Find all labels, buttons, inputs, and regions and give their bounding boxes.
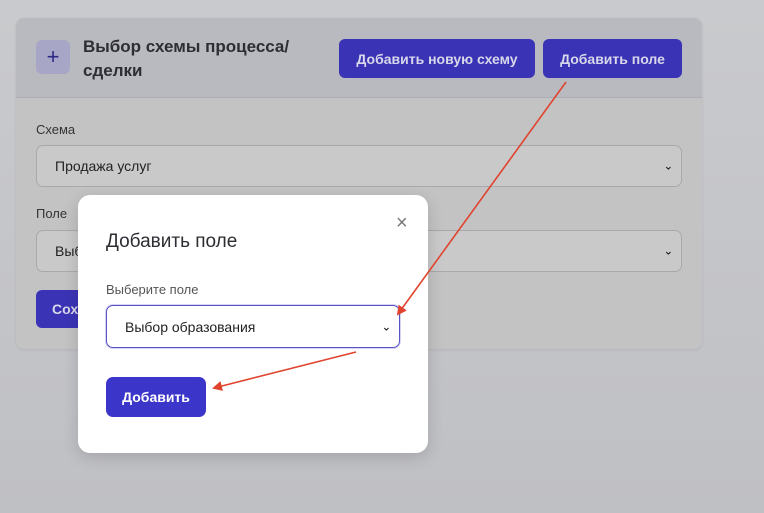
add-field-modal: × Добавить поле Выберите поле Выбор обра…	[78, 195, 428, 453]
modal-select-label: Выберите поле	[106, 282, 199, 297]
modal-add-button[interactable]: Добавить	[106, 377, 206, 417]
chevron-down-icon: ⌄	[381, 321, 391, 333]
add-new-scheme-button[interactable]: Добавить новую схему	[339, 39, 535, 78]
close-icon[interactable]: ×	[396, 213, 408, 233]
card-title: Выбор схемы процесса/ сделки	[83, 37, 290, 80]
modal-select-value: Выбор образования	[125, 318, 256, 335]
card-header: + Выбор схемы процесса/ сделки Добавить …	[16, 18, 702, 98]
chevron-down-icon: ⌄	[663, 160, 673, 173]
modal-field-select[interactable]: Выбор образования ⌄	[106, 305, 400, 348]
scheme-select-value: Продажа услуг	[55, 158, 152, 174]
field-label: Поле	[36, 206, 68, 221]
plus-icon[interactable]: +	[36, 40, 70, 74]
scheme-select[interactable]: Продажа услуг ⌄	[36, 145, 682, 187]
modal-title: Добавить поле	[106, 231, 238, 252]
chevron-down-icon: ⌄	[663, 245, 673, 258]
add-field-button[interactable]: Добавить поле	[543, 39, 682, 78]
scheme-label: Схема	[36, 122, 76, 137]
